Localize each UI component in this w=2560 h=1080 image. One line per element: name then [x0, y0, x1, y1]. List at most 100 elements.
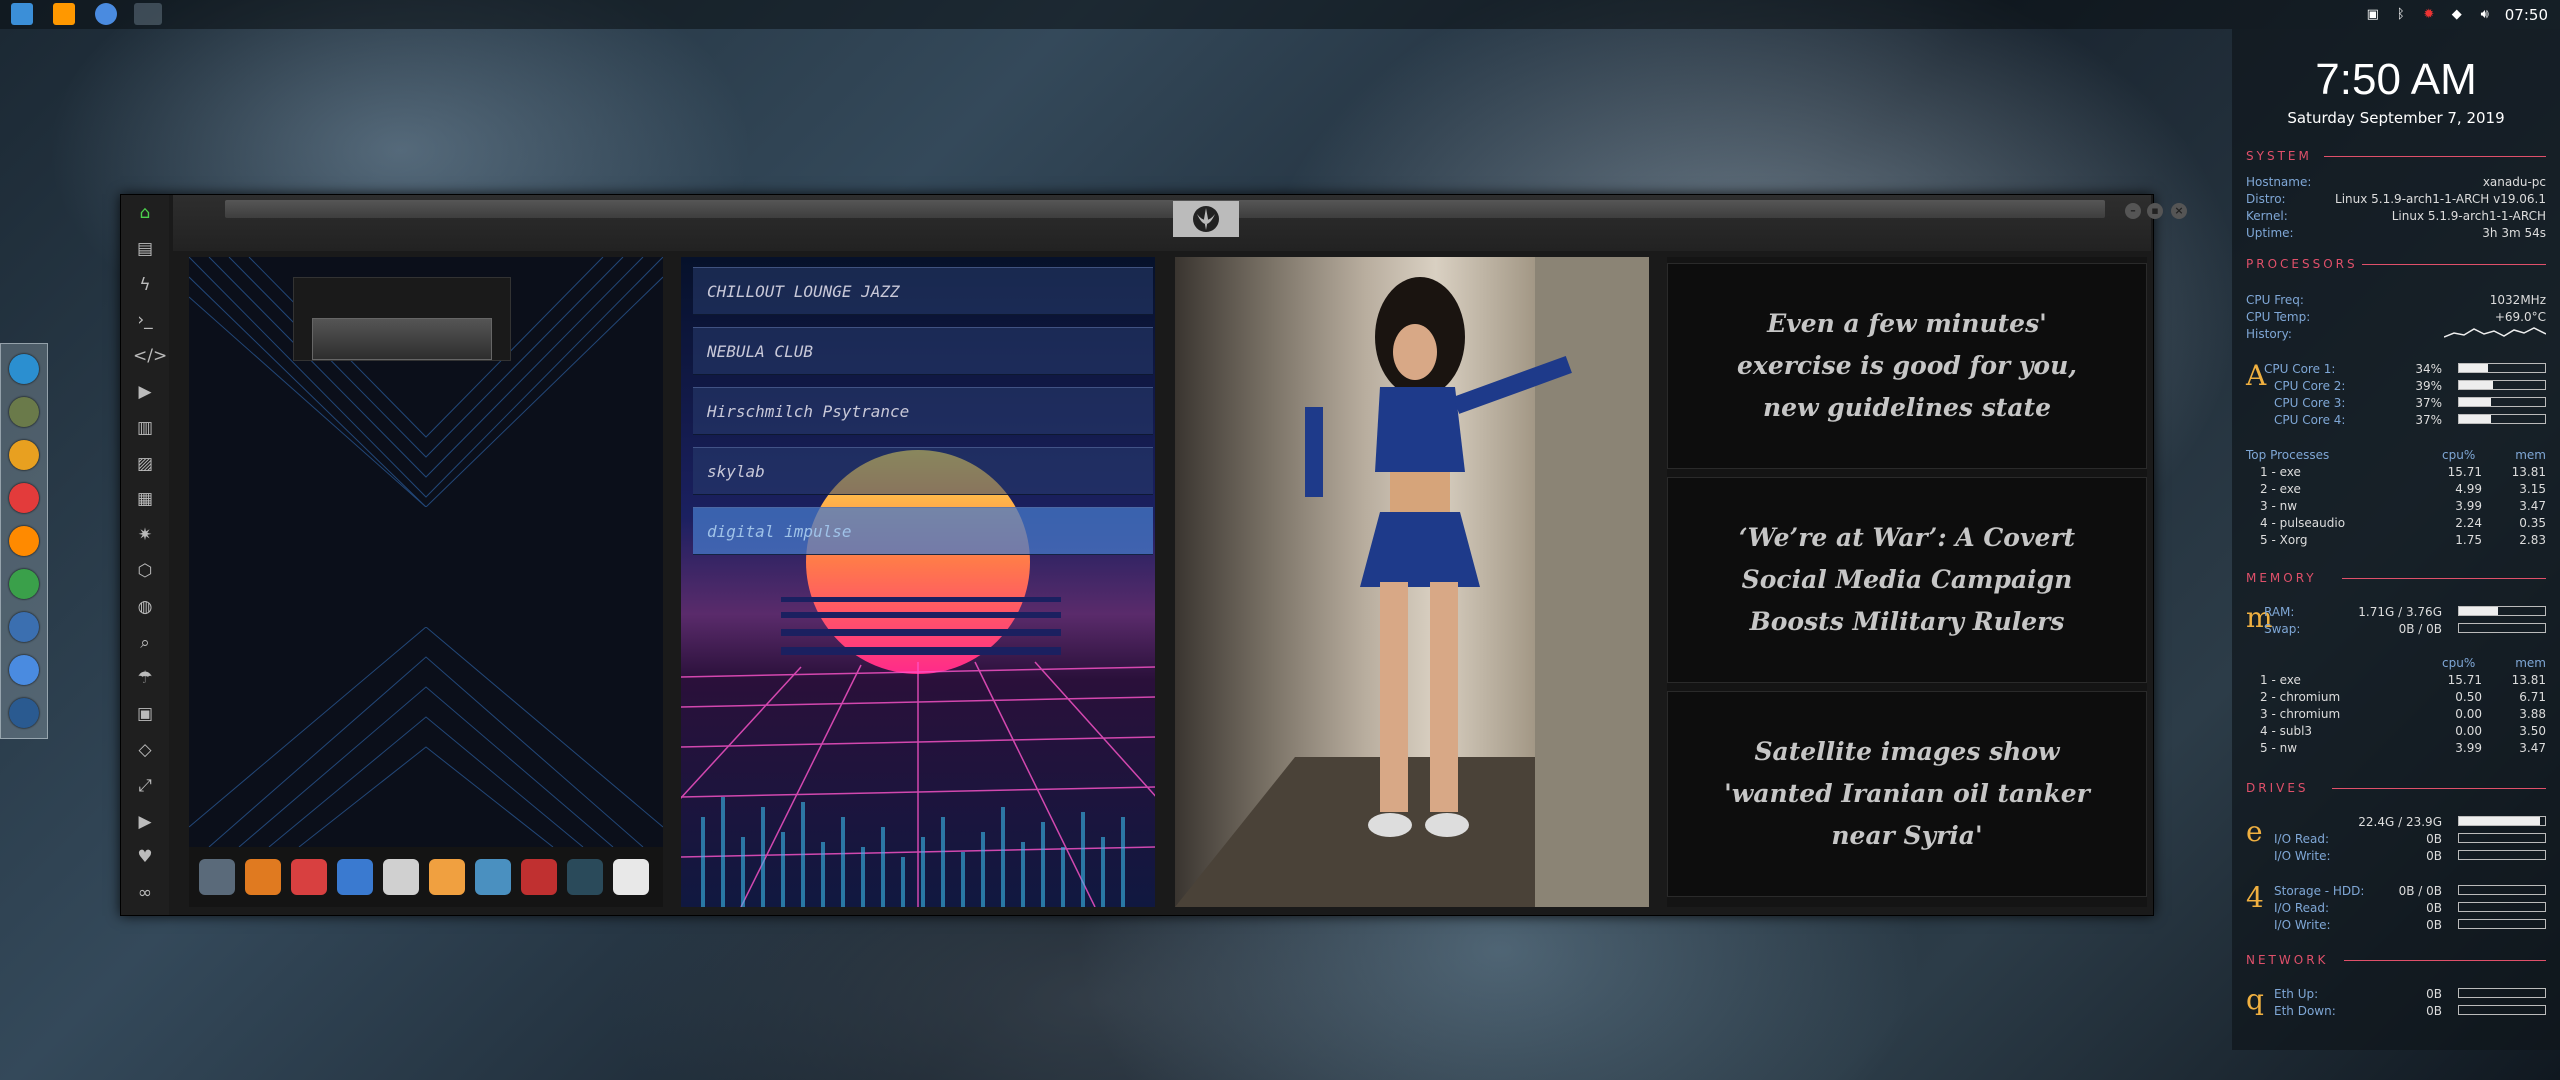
finance-icon[interactable]	[9, 397, 39, 427]
radio-station-item[interactable]: NEBULA CLUB	[693, 327, 1153, 375]
system-info-value: xanadu-pc	[2482, 175, 2546, 189]
monitor-icon[interactable]	[9, 569, 39, 599]
globe-icon[interactable]: ◍	[133, 595, 157, 619]
cpu-core-value: 37%	[2415, 413, 2442, 427]
volume-icon[interactable]: 🔊︎	[2477, 7, 2493, 23]
storage-label: Storage - HDD:	[2274, 884, 2365, 898]
calendar-icon[interactable]	[291, 859, 327, 895]
finder-icon[interactable]	[9, 354, 39, 384]
terminal-icon[interactable]: ›_	[133, 308, 157, 332]
document-icon[interactable]: ▤	[133, 237, 157, 261]
browser-icon[interactable]	[337, 859, 373, 895]
star-icon[interactable]: ✷	[133, 523, 157, 547]
news-headline[interactable]: Even a few minutes' exercise is good for…	[1667, 263, 2147, 469]
hexagon-icon[interactable]: ⬡	[133, 559, 157, 583]
cpu-core-bar	[2458, 414, 2546, 424]
top-panel: ▣ ᛒ ✹ ◆ 🔊︎ 07:50	[0, 0, 2560, 29]
process-name: 1 - exe	[2260, 673, 2301, 687]
acrobat-icon[interactable]	[521, 859, 557, 895]
radio-station-item[interactable]: digital impulse	[693, 507, 1153, 555]
eth-down-label: Eth Down:	[2274, 1004, 2336, 1018]
diamond-icon[interactable]: ◇	[133, 738, 157, 762]
sublime-dock-icon[interactable]	[9, 526, 39, 556]
files-icon[interactable]	[11, 3, 33, 25]
calculator-icon[interactable]	[199, 859, 235, 895]
sublime-icon[interactable]	[53, 3, 75, 25]
vivaldi-icon[interactable]	[9, 483, 39, 513]
flask-icon[interactable]	[613, 859, 649, 895]
network-tray-icon[interactable]: ◆	[2449, 7, 2465, 23]
app-shelf	[189, 847, 663, 907]
workspace-icon[interactable]	[134, 3, 162, 25]
news-headline[interactable]: Satellite images show 'wanted Iranian oi…	[1667, 691, 2147, 897]
eth-up-value: 0B	[2426, 987, 2442, 1001]
umbrella-icon[interactable]: ☂	[133, 666, 157, 690]
photos-icon[interactable]	[475, 859, 511, 895]
code-icon[interactable]: </>	[133, 344, 167, 368]
book-icon[interactable]: ▥	[133, 416, 157, 440]
radio-station-item[interactable]: skylab	[693, 447, 1153, 495]
storage-value: 0B / 0B	[2398, 884, 2442, 898]
maximize-button[interactable]: ▪	[2147, 203, 2163, 219]
radio-station-item[interactable]: Hirschmilch Psytrance	[693, 387, 1153, 435]
cpu-core-bar	[2458, 363, 2546, 373]
bluetooth-icon[interactable]: ᛒ	[2393, 7, 2409, 23]
network-icon[interactable]	[9, 698, 39, 728]
cpu-core-label: CPU Core 1:	[2264, 362, 2336, 376]
mem-mem-column-header: mem	[2515, 656, 2546, 670]
close-button[interactable]: ×	[2171, 203, 2187, 219]
chevron-pattern-bottom	[189, 627, 663, 847]
bolt-icon[interactable]: ϟ	[133, 273, 157, 297]
processors-heading: PROCESSORS	[2246, 257, 2358, 271]
ram-value: 1.71G / 3.76G	[2358, 605, 2442, 619]
cpu-column-header: cpu%	[2442, 448, 2476, 462]
youtube-icon[interactable]: ▶	[133, 810, 157, 834]
process-mem: 3.88	[2519, 707, 2546, 721]
update-icon[interactable]: ✹	[2421, 7, 2437, 23]
image-icon[interactable]: ▨	[133, 452, 157, 476]
process-name: 5 - Xorg	[2260, 533, 2308, 547]
radio-station-item[interactable]: CHILLOUT LOUNGE JAZZ	[693, 267, 1153, 315]
screen-icon[interactable]	[9, 612, 39, 642]
root-io-write-bar	[2458, 850, 2546, 860]
chromium-icon[interactable]	[9, 655, 39, 685]
cpu-core-bar	[2458, 397, 2546, 407]
swap-value: 0B / 0B	[2398, 622, 2442, 636]
minimize-button[interactable]: –	[2125, 203, 2141, 219]
network-glyph: q	[2246, 983, 2264, 1016]
cheerleader-photo	[1175, 257, 1649, 907]
play-icon[interactable]: ▶	[133, 380, 157, 404]
news-headline[interactable]: ‘We’re at War’: A Covert Social Media Ca…	[1667, 477, 2147, 683]
rebel-logo-icon	[1173, 201, 1239, 237]
settings-icon[interactable]	[9, 440, 39, 470]
system-info-label: Uptime:	[2246, 226, 2294, 240]
process-mem: 2.83	[2519, 533, 2546, 547]
search-icon[interactable]: ⌕	[133, 631, 157, 655]
process-cpu: 0.00	[2455, 724, 2482, 738]
infinity-icon[interactable]: ∞	[133, 881, 157, 905]
search-app-icon[interactable]	[429, 859, 465, 895]
process-name: 2 - exe	[2260, 482, 2301, 496]
process-cpu: 2.24	[2455, 516, 2482, 530]
eth-up-bar	[2458, 988, 2546, 998]
terminal-app-icon[interactable]	[245, 859, 281, 895]
globe-app-icon[interactable]	[567, 859, 603, 895]
clock-icon[interactable]	[383, 859, 419, 895]
system-info-value: Linux 5.1.9-arch1-1-ARCH v19.06.1	[2335, 192, 2546, 206]
search-input[interactable]	[312, 318, 492, 360]
divider	[2332, 788, 2546, 789]
news-icon[interactable]: ▦	[133, 487, 157, 511]
chrome-icon[interactable]	[95, 3, 117, 25]
tray-clock[interactable]: 07:50	[2505, 6, 2548, 24]
cpu-freq-label: CPU Freq:	[2246, 293, 2304, 307]
home-icon[interactable]: ⌂	[133, 201, 157, 225]
expand-icon[interactable]: ⤢	[133, 774, 157, 798]
screenshot-icon[interactable]: ▣	[2365, 7, 2381, 23]
radio-panel: CHILLOUT LOUNGE JAZZ NEBULA CLUB Hirschmil…	[681, 257, 1155, 907]
address-bar[interactable]	[225, 200, 2105, 218]
ram-label: RAM:	[2264, 605, 2295, 619]
swap-bar	[2458, 623, 2546, 633]
heart-icon[interactable]: ♥	[133, 845, 157, 869]
app-dock	[0, 343, 48, 739]
contact-icon[interactable]: ▣	[133, 702, 157, 726]
